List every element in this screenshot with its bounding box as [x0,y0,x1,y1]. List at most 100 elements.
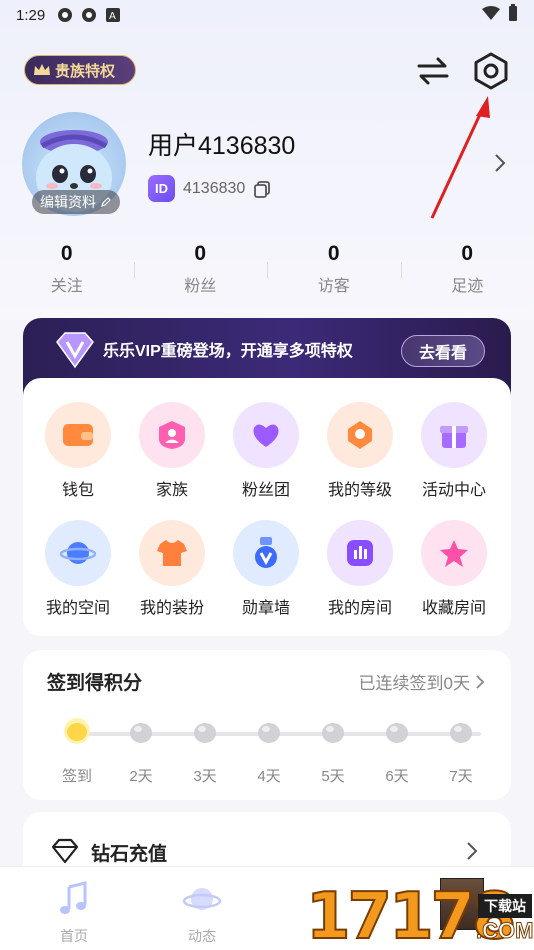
site-watermark: 17178 下载站 .COM [305,878,534,950]
stat-value: 0 [327,242,340,265]
grid-item-my-room[interactable]: 我的房间 [312,520,408,618]
sign-day-label: 6天 [385,768,409,785]
grid-item-label: 我的装扮 [139,600,204,617]
stat-value: 0 [60,242,73,265]
nav-home[interactable]: 首页 [34,879,114,946]
grid-item-label: 钱包 [61,482,94,499]
stat-label: 足迹 [451,278,484,295]
grid-item-label: 我的等级 [327,482,392,499]
grid-item-activity-center[interactable]: 活动中心 [406,402,502,500]
nav-label: 首页 [60,928,88,944]
level-medal-icon [327,402,393,468]
font-notification-icon: A [105,7,121,23]
planet-dynamic-icon [182,888,222,910]
vip-go-see-button[interactable]: 去看看 [401,335,485,367]
copy-icon[interactable] [253,180,271,198]
edit-profile-button[interactable]: 编辑资料 [32,190,120,214]
sign-in-status[interactable]: 已连续签到0天 [359,669,485,694]
noble-privilege-badge[interactable]: 贵族特权 [24,55,136,85]
sign-day-label: 7天 [449,768,473,785]
sign-day-3: 3天 [175,716,235,786]
stat-label: 访客 [317,278,350,295]
stat-label: 关注 [50,278,83,295]
stat-following[interactable]: 0 关注 [0,242,134,302]
status-bar: 1:29 A [0,0,534,30]
nav-dynamic[interactable]: 动态 [162,879,242,946]
wifi-icon [482,6,500,24]
sign-in-title: 签到得积分 [47,673,143,694]
nav-label: 动态 [188,928,216,944]
stat-fans[interactable]: 0 粉丝 [133,242,268,302]
grid-item-badge-wall[interactable]: 勋章墙 [218,520,314,618]
seed-icon [322,723,344,743]
sign-day-label: 3天 [193,768,217,785]
sign-day-label: 2天 [129,768,153,785]
grid-item-wallet[interactable]: 钱包 [30,402,126,500]
app-notification-icon [57,7,73,23]
star-icon [421,520,487,586]
music-note-icon [60,881,87,914]
sign-day-2: 2天 [111,716,171,786]
grid-item-favorite-rooms[interactable]: 收藏房间 [406,520,502,618]
sign-day-1[interactable]: 签到 [47,716,107,786]
user-id-row: ID 4136830 [148,175,271,202]
battery-icon [508,4,518,26]
sign-day-label: 4天 [257,768,281,785]
seed-icon [258,723,280,743]
grid-item-label: 家族 [155,482,188,499]
sign-day-4: 4天 [239,716,299,786]
noble-badge-label: 贵族特权 [55,62,116,80]
stat-value: 0 [461,242,474,265]
profile-stats: 0 关注 0 粉丝 0 访客 0 足迹 [0,242,534,302]
grid-item-label: 勋章墙 [241,600,290,617]
grid-item-family[interactable]: 家族 [124,402,220,500]
grid-item-my-space[interactable]: 我的空间 [30,520,126,618]
crown-icon [34,64,50,75]
sign-day-6: 6天 [367,716,427,786]
chevron-right-icon [467,842,478,860]
stat-value: 0 [194,242,207,265]
settings-icon[interactable] [470,50,512,92]
user-id-value: 4136830 [183,179,246,197]
edit-profile-label: 编辑资料 [40,194,96,210]
gift-icon [421,402,487,468]
diamond-icon [51,838,79,864]
seed-icon [130,723,152,743]
stat-label: 粉丝 [184,278,217,295]
grid-item-my-outfit[interactable]: 我的装扮 [124,520,220,618]
heart-icon [233,402,299,468]
watermark-download-label: 下载站 [478,894,532,918]
feature-grid: 钱包 家族 粉丝团 我的等级 活动中心 我的空间 我的装扮 勋章墙 我的房间 收… [23,378,511,636]
family-icon [139,402,205,468]
stat-footprints[interactable]: 0 足迹 [400,242,534,302]
stat-visitors[interactable]: 0 访客 [267,242,401,302]
diamond-recharge-label: 钻石充值 [91,844,168,865]
vip-diamond-icon [56,332,94,369]
seed-icon [386,723,408,743]
vip-banner-text: 乐乐VIP重磅登场，开通享多项特权 [103,343,353,360]
grid-item-my-level[interactable]: 我的等级 [312,402,408,500]
tshirt-icon [139,520,205,586]
grid-item-label: 粉丝团 [241,482,290,499]
seed-icon [194,723,216,743]
sun-seed-icon [64,718,90,744]
grid-item-label: 我的空间 [45,600,110,617]
sign-in-status-text: 已连续签到0天 [358,674,470,693]
sign-day-label: 签到 [61,768,92,785]
status-time: 1:29 [16,6,46,24]
badge-v-icon [233,520,299,586]
room-chart-icon [327,520,393,586]
grid-item-fan-club[interactable]: 粉丝团 [218,402,314,500]
chevron-right-icon [476,674,485,689]
sign-day-7: 7天 [431,716,491,786]
profile-chevron-right-icon[interactable] [492,152,508,174]
id-badge: ID [148,175,175,202]
grid-item-label: 收藏房间 [421,600,486,617]
sign-day-5: 5天 [303,716,363,786]
watermark-domain: .COM [475,918,534,944]
annotation-arrow-icon [430,96,490,219]
sign-in-card: 签到得积分 已连续签到0天 签到 2天 3天 4天 5天 6天 7天 [23,650,511,800]
pencil-icon [101,197,111,207]
switch-account-icon[interactable] [414,52,452,90]
seed-icon [450,723,472,743]
